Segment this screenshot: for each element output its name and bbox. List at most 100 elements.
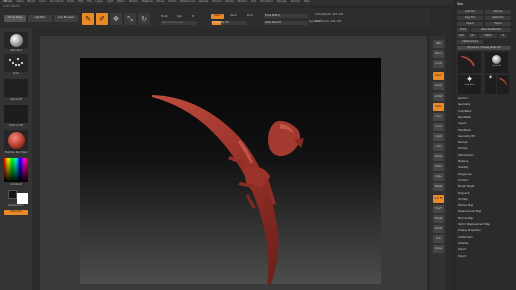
tool-section-polypaint[interactable]: Polypaint [458, 192, 470, 196]
menu-macro[interactable]: Macro [117, 1, 125, 4]
tool-section-arraymesh[interactable]: ArrayMesh [458, 110, 471, 114]
home-page-button[interactable]: Home Page [4, 15, 26, 22]
menu-stroke[interactable]: Stroke [225, 1, 233, 4]
tool-section-display-properties[interactable]: Display Properties [458, 230, 481, 233]
menu-tool[interactable]: Tool [251, 1, 256, 4]
tray-l-sym-button[interactable]: L.Sym [433, 133, 444, 141]
draw-size-slider[interactable]: Draw Size 64 [264, 21, 308, 25]
tool-section-texture-map[interactable]: Texture Map [458, 205, 473, 208]
menu-layer[interactable]: Layer [96, 1, 103, 4]
tool-thumb-simplebrush[interactable]: ✦ SimpleBrush [458, 75, 481, 94]
current-tool-field[interactable]: ZS_Demon_Chinese_Blade: 48 [457, 46, 511, 50]
menu-render[interactable]: Render [199, 1, 208, 4]
tool-section-displacement-map[interactable]: Displacement Map [458, 211, 481, 214]
menu-edit[interactable]: Edit [78, 1, 83, 4]
alpha-selector[interactable] [4, 79, 28, 97]
tool-section-masking[interactable]: Masking [458, 160, 468, 164]
tool-section-export[interactable]: Export [458, 255, 466, 259]
tray-aahalf-button[interactable]: AAHalf [433, 93, 444, 101]
material-selector[interactable] [4, 130, 28, 151]
tool-section-layers[interactable]: Layers [458, 123, 466, 126]
tool-section-import[interactable]: Import [458, 249, 466, 252]
rotate-mode-button[interactable]: ↻ [138, 13, 150, 25]
goz-all-button[interactable]: All [468, 34, 477, 38]
alternate-button[interactable]: Alternate [4, 210, 28, 215]
tray-scroll-button[interactable]: Scroll [433, 60, 444, 68]
load-tool-button[interactable]: Load Tool [457, 10, 483, 14]
zadd-toggle[interactable]: Zadd [211, 14, 224, 19]
menu-help[interactable]: Help [304, 1, 310, 4]
menu-document[interactable]: Document [50, 1, 63, 4]
tool-section-deformation[interactable]: Deformation [458, 154, 474, 158]
menu-file[interactable]: File [87, 1, 91, 4]
stroke-selector[interactable] [4, 54, 28, 72]
color-picker[interactable] [4, 158, 28, 182]
tool-thumb-polymesh[interactable]: ✶ PolyMesh3D [485, 75, 496, 94]
tool-section-visibility[interactable]: Visibility [458, 167, 468, 170]
tray-local-button[interactable]: Local [433, 123, 444, 131]
goz-visible-button[interactable]: Visible [479, 34, 497, 38]
menu-brush[interactable]: Brush [28, 1, 36, 4]
paste-tool-button[interactable]: Paste Tool [485, 16, 511, 20]
tray-floor-button[interactable]: Floor [433, 113, 444, 121]
focal-shift-slider[interactable]: Focal Shift 0 [264, 14, 308, 18]
tray-line-fill-button[interactable]: Line Fill [433, 195, 444, 203]
menu-light[interactable]: Light [107, 1, 113, 4]
tool-thumb-cylinder[interactable]: Cylinder3D [485, 52, 508, 73]
menu-zplugin[interactable]: Zplugin [277, 1, 287, 4]
texture-selector[interactable] [4, 105, 28, 123]
tool-section-preview[interactable]: Preview [458, 142, 468, 145]
make-polymesh3d-button[interactable]: Make PolyMesh3D [471, 28, 511, 32]
menu-marker[interactable]: Marker [129, 1, 138, 4]
z-intensity-slider[interactable]: Z Intensity 25 [211, 21, 247, 25]
lightbox-tools-button[interactable]: Lightbox▸Tools [457, 40, 483, 44]
draw-mode-button[interactable]: ✐ [96, 13, 108, 25]
goz-r-button[interactable]: R [499, 34, 507, 38]
scale-mode-button[interactable]: ⤡ [124, 13, 136, 25]
mrgb-toggle[interactable]: Mrgb [161, 15, 168, 19]
move-mode-button[interactable]: ✥ [110, 13, 122, 25]
tray-ghost-button[interactable]: Ghost [433, 225, 444, 233]
tray-xpose-button[interactable]: Xpose [433, 245, 444, 253]
tray-solo-button[interactable]: Solo [433, 235, 444, 243]
tool-section-subtool[interactable]: Subtool [458, 97, 468, 101]
tool-section-nanomesh[interactable]: NanoMesh [458, 116, 471, 120]
tool-section-geometry[interactable]: Geometry [458, 104, 470, 107]
secondary-color-swatch[interactable] [8, 190, 17, 199]
menu-material[interactable]: Material [142, 1, 153, 4]
copy-tool-button[interactable]: Copy Tool [457, 16, 483, 20]
brush-selector[interactable] [4, 32, 28, 49]
zsub-toggle[interactable]: Zsub [230, 14, 236, 18]
main-color-swatch[interactable] [17, 193, 28, 204]
rgb-toggle[interactable]: Rgb [177, 15, 182, 19]
lightbox-button[interactable]: LightBox [28, 15, 52, 22]
tool-section-uv-map[interactable]: UV Map [458, 198, 468, 202]
tool-section-geometry-hd[interactable]: Geometry HD [458, 135, 475, 139]
save-as-button[interactable]: Save As [485, 10, 511, 14]
menu-zscript[interactable]: Zscript [291, 1, 300, 4]
import-button[interactable]: Import [457, 22, 483, 26]
goz-button[interactable]: GoZ [457, 34, 466, 38]
tool-section-normal-map[interactable]: Normal Map [458, 217, 473, 221]
tray-transp-button[interactable]: Transp [433, 215, 444, 223]
tray-frame-button[interactable]: Frame [433, 153, 444, 161]
tool-section-morph-target[interactable]: Morph Target [458, 186, 474, 189]
tray-actual-button[interactable]: Actual [433, 82, 444, 90]
tool-thumb-demon[interactable]: ZS_Demon_Chin [497, 75, 509, 94]
clone-button[interactable]: Clone [457, 28, 469, 32]
menu-preferences[interactable]: Preferences [180, 1, 195, 4]
tool-section-initialize[interactable]: Initialize [458, 242, 468, 246]
rgb-intensity-slider[interactable]: Rgb Intensity 100 [161, 21, 197, 25]
menu-stencil[interactable]: Stencil [213, 1, 222, 4]
tray-rotate-button[interactable]: Rotate [433, 183, 444, 191]
tool-section-fibermesh[interactable]: FiberMesh [458, 129, 471, 133]
edit-mode-button[interactable]: ✎ [82, 13, 94, 25]
zcut-toggle[interactable]: Zcut [247, 14, 253, 18]
menu-movie[interactable]: Movie [157, 1, 165, 4]
switch-color-label[interactable]: SwitchColor [2, 204, 30, 208]
m-toggle[interactable]: M [192, 15, 194, 19]
document-canvas[interactable] [80, 58, 381, 284]
export-button[interactable]: Export [485, 22, 511, 26]
tool-section-unified-skin[interactable]: Unified Skin [458, 236, 473, 240]
menu-transform[interactable]: Transform [260, 1, 273, 4]
